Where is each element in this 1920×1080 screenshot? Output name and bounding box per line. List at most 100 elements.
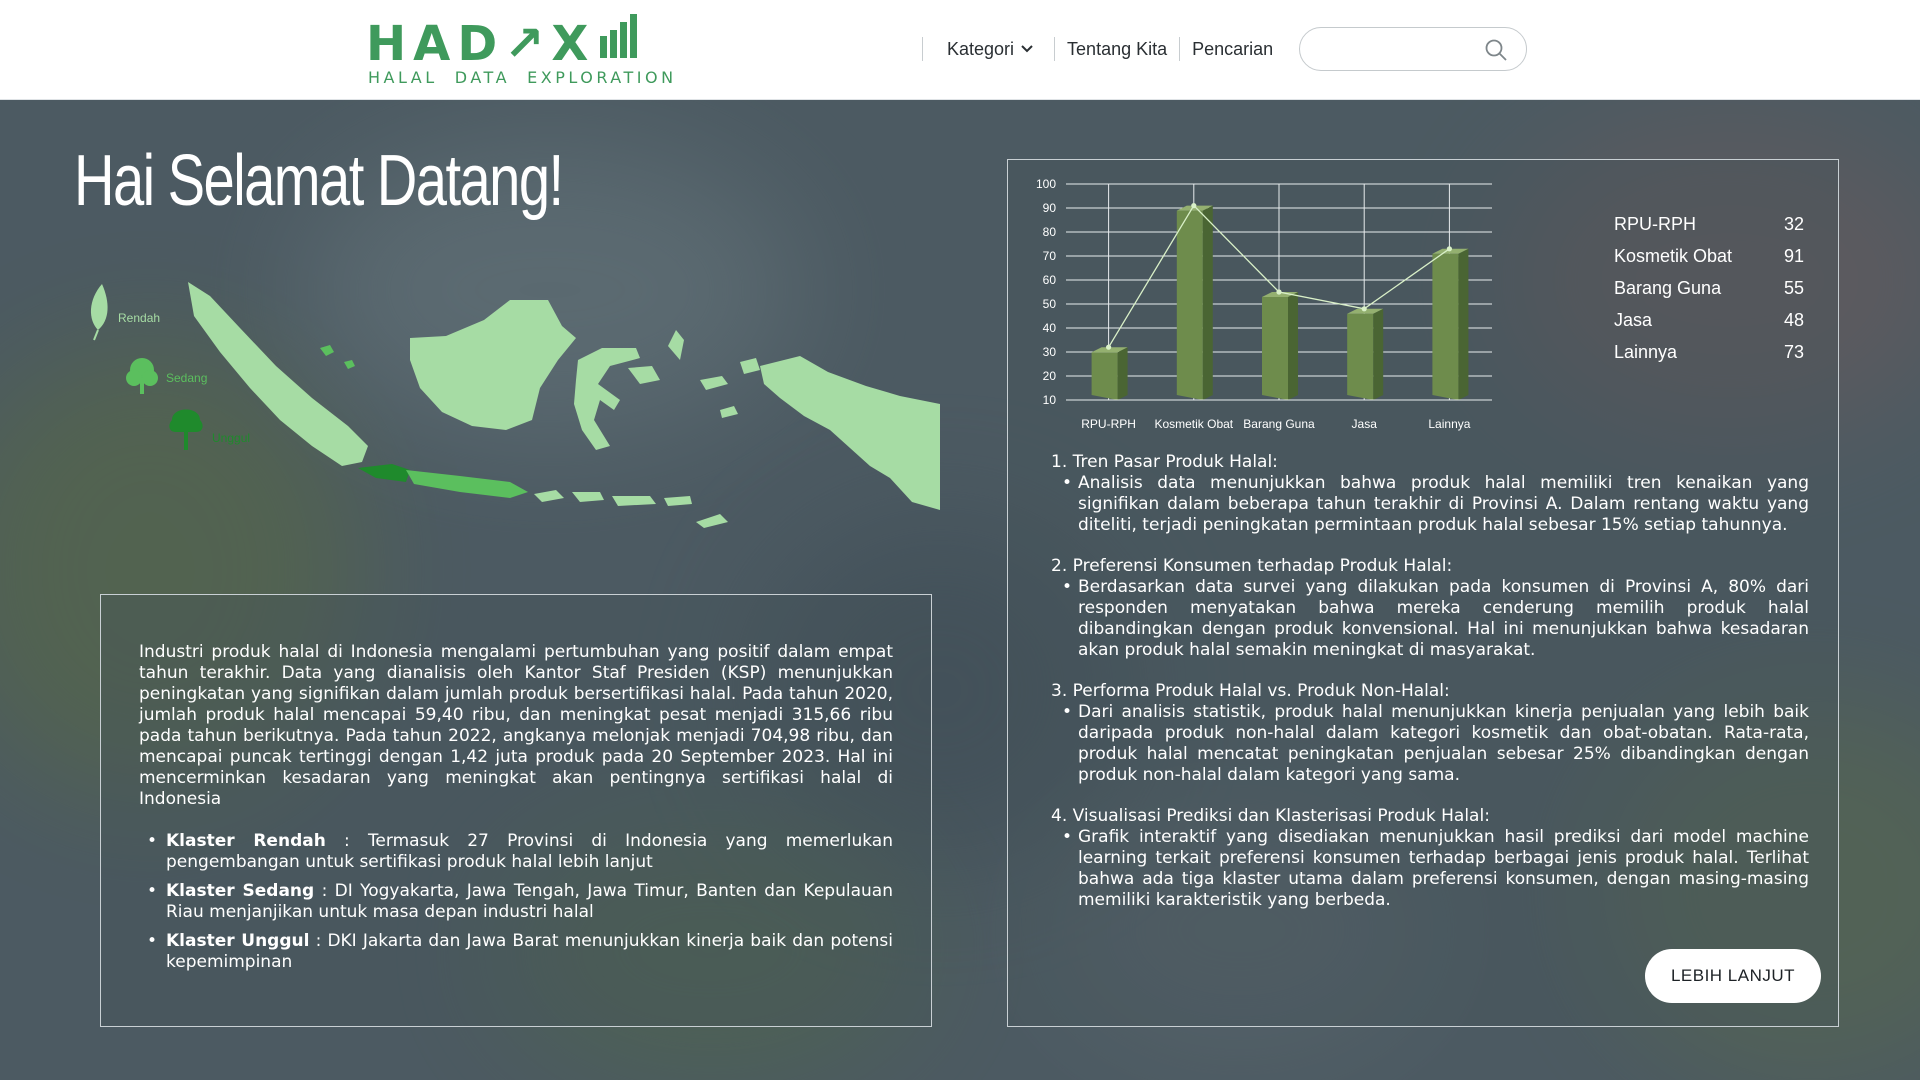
data-point	[1446, 246, 1452, 252]
y-tick-label: 80	[1043, 225, 1057, 239]
map-sulawesi[interactable]	[574, 348, 660, 450]
search-icon[interactable]	[1484, 38, 1508, 62]
cluster-item: Klaster Rendah : Termasuk 27 Provinsi di…	[139, 831, 893, 873]
legend-sedang-icon	[126, 358, 158, 394]
lebih-lanjut-button[interactable]: LEBIH LANJUT	[1645, 949, 1821, 1003]
search-input[interactable]	[1314, 36, 1479, 64]
cluster-item: Klaster Sedang : DI Yogyakarta, Jawa Ten…	[139, 881, 893, 923]
insight-item: 3. Performa Produk Halal vs. Produk Non-…	[1051, 681, 1809, 786]
insight-body: Grafik interaktif yang disediakan menunj…	[1062, 827, 1809, 911]
nav-pencarian[interactable]: Pencarian	[1180, 39, 1285, 60]
bar	[1347, 313, 1374, 400]
hadex-logo[interactable]: HAD↗X HALAL DATA EXPLORATION	[366, 12, 673, 88]
bar	[1176, 210, 1203, 400]
chevron-down-icon	[1021, 45, 1033, 53]
search-box	[1299, 27, 1528, 71]
y-tick-label: 90	[1043, 201, 1057, 215]
y-tick-label: 70	[1043, 249, 1057, 263]
chart-value-row: Lainnya 73	[1614, 336, 1804, 368]
cluster-name: Klaster Rendah	[166, 831, 326, 851]
main-nav: Kategori Tentang Kita Pencarian	[922, 26, 1528, 72]
bar-side	[1202, 205, 1213, 400]
chart-value-row: Jasa 48	[1614, 304, 1804, 336]
x-tick-label: Lainnya	[1428, 417, 1470, 431]
legend-sedang-label: Sedang	[166, 371, 207, 385]
industry-summary-panel: Industri produk halal di Indonesia menga…	[100, 594, 932, 1027]
y-tick-label: 20	[1043, 369, 1057, 383]
y-tick-label: 40	[1043, 321, 1057, 335]
category-value: 32	[1783, 213, 1804, 234]
y-tick-label: 100	[1036, 177, 1056, 191]
data-point	[1276, 289, 1282, 295]
legend-unggul-icon	[169, 409, 203, 450]
nav-kategori-dropdown[interactable]: Kategori	[923, 39, 1054, 60]
category-bar-chart[interactable]: 10 20 30 40 50 60 70 80 90 100 RPU-RPH Kosmetik Oba…	[1018, 170, 1578, 450]
insight-body: Analisis data menunjukkan bahwa produk h…	[1062, 473, 1809, 536]
bar-chart-logo-icon	[600, 14, 637, 58]
welcome-title: Hai Selamat Datang!	[74, 141, 564, 221]
category-label: Lainnya	[1614, 341, 1678, 362]
chart-value-row: Kosmetik Obat 91	[1614, 240, 1804, 272]
cluster-name: Klaster Sedang	[166, 881, 315, 901]
map-maluku[interactable]	[668, 330, 760, 418]
legend-rendah-icon	[90, 284, 108, 341]
map-java[interactable]	[406, 470, 528, 498]
insights-list: 1. Tren Pasar Produk Halal: Analisis dat…	[1051, 452, 1809, 931]
bar-side	[1288, 292, 1298, 400]
y-tick-label: 50	[1043, 297, 1057, 311]
legend-unggul-label: Unggul	[212, 431, 250, 445]
data-point	[1191, 203, 1197, 209]
x-tick-label: Kosmetik Obat	[1154, 417, 1233, 431]
category-label: Barang Guna	[1614, 277, 1722, 298]
logo-subtitle: HALAL DATA EXPLORATION	[368, 68, 677, 87]
insights-panel: 10 20 30 40 50 60 70 80 90 100 RPU-RPH Kosmetik Oba…	[1007, 159, 1839, 1027]
category-value: 91	[1783, 245, 1804, 266]
cluster-list: Klaster Rendah : Termasuk 27 Provinsi di…	[139, 831, 893, 981]
cluster-item: Klaster Unggul : DKI Jakarta dan Jawa Ba…	[139, 931, 893, 973]
map-kalimantan[interactable]	[410, 300, 576, 430]
category-value: 48	[1783, 309, 1804, 330]
bar	[1091, 352, 1118, 400]
nav-kategori-label: Kategori	[947, 38, 1015, 59]
y-tick-label: 10	[1043, 393, 1057, 407]
intro-paragraph: Industri produk halal di Indonesia menga…	[139, 642, 893, 809]
category-value: 55	[1783, 277, 1804, 298]
bar	[1432, 253, 1459, 400]
category-label: Kosmetik Obat	[1614, 245, 1733, 266]
indonesia-cluster-map: Rendah Sedang Unggul	[90, 282, 940, 528]
chart-value-row: RPU-RPH 32	[1614, 208, 1804, 240]
x-tick-label: RPU-RPH	[1081, 417, 1136, 431]
insight-title: 1. Tren Pasar Produk Halal:	[1051, 452, 1278, 472]
y-tick-label: 60	[1043, 273, 1057, 287]
cluster-name: Klaster Unggul	[166, 931, 310, 951]
legend-rendah-label: Rendah	[118, 311, 160, 325]
x-tick-label: Jasa	[1352, 417, 1378, 431]
data-point	[1361, 306, 1367, 312]
insight-title: 4. Visualisasi Prediksi dan Klasterisasi…	[1051, 806, 1490, 826]
map-nusa-tenggara[interactable]	[534, 490, 728, 528]
bar	[1262, 297, 1288, 400]
bar-side	[1373, 308, 1384, 400]
insight-title: 2. Preferensi Konsumen terhadap Produk H…	[1051, 556, 1453, 576]
map-kepri[interactable]	[320, 345, 355, 369]
map-papua[interactable]	[760, 356, 940, 510]
insight-item: 1. Tren Pasar Produk Halal: Analisis dat…	[1051, 452, 1809, 536]
data-point	[1106, 344, 1112, 350]
top-navigation-bar: HAD↗X HALAL DATA EXPLORATION Kategori Te…	[0, 0, 1920, 100]
chart-value-row: Barang Guna 55	[1614, 272, 1804, 304]
category-value: 73	[1783, 341, 1804, 362]
map-jakarta-jabar[interactable]	[358, 464, 410, 482]
bar-side	[1117, 347, 1128, 400]
bar-side	[1458, 248, 1469, 400]
x-tick-label: Barang Guna	[1243, 417, 1315, 431]
map-legend: Rendah Sedang Unggul	[90, 284, 250, 450]
nav-tentang-kita[interactable]: Tentang Kita	[1055, 39, 1179, 60]
category-label: Jasa	[1614, 309, 1653, 330]
insight-body: Berdasarkan data survei yang dilakukan p…	[1062, 577, 1809, 661]
chart-value-list: RPU-RPH 32 Kosmetik Obat 91 Barang Guna 55 …	[1614, 208, 1804, 368]
insight-title: 3. Performa Produk Halal vs. Produk Non-…	[1051, 681, 1450, 701]
insight-item: 4. Visualisasi Prediksi dan Klasterisasi…	[1051, 806, 1809, 911]
insight-item: 2. Preferensi Konsumen terhadap Produk H…	[1051, 556, 1809, 661]
logo-wordmark: HAD↗X	[366, 16, 596, 72]
category-label: RPU-RPH	[1614, 213, 1697, 234]
